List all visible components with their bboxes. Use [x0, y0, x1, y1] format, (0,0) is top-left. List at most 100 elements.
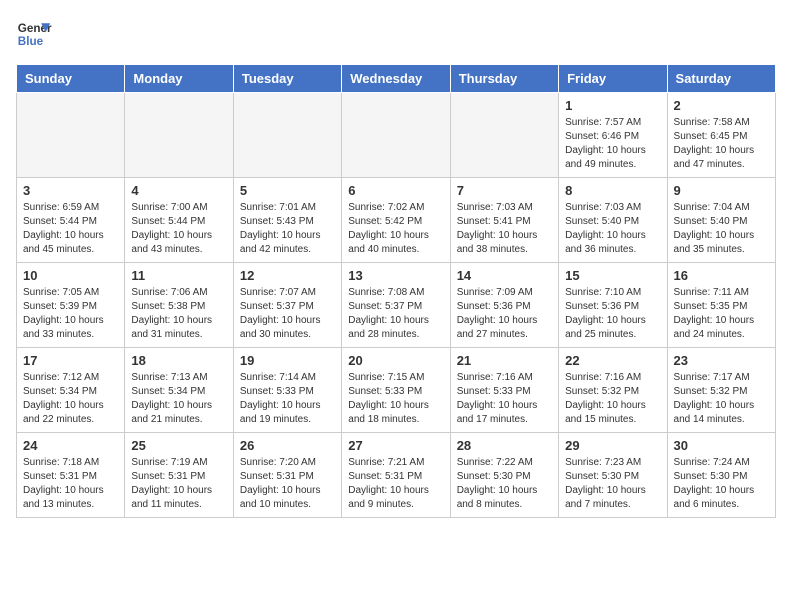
- logo-icon: General Blue: [16, 16, 52, 52]
- day-detail: Sunrise: 7:00 AM Sunset: 5:44 PM Dayligh…: [131, 201, 226, 257]
- calendar-header-friday: Friday: [559, 65, 667, 93]
- day-number: 9: [674, 183, 769, 198]
- day-detail: Sunrise: 7:21 AM Sunset: 5:31 PM Dayligh…: [348, 456, 443, 512]
- day-detail: Sunrise: 7:10 AM Sunset: 5:36 PM Dayligh…: [565, 286, 660, 342]
- calendar-cell: [450, 93, 558, 178]
- calendar-week-row: 17Sunrise: 7:12 AM Sunset: 5:34 PM Dayli…: [17, 348, 776, 433]
- day-detail: Sunrise: 7:04 AM Sunset: 5:40 PM Dayligh…: [674, 201, 769, 257]
- calendar-cell: 4 Sunrise: 7:00 AM Sunset: 5:44 PM Daylig…: [125, 178, 233, 263]
- day-detail: Sunrise: 7:08 AM Sunset: 5:37 PM Dayligh…: [348, 286, 443, 342]
- day-detail: Sunrise: 7:17 AM Sunset: 5:32 PM Dayligh…: [674, 371, 769, 427]
- calendar-header-monday: Monday: [125, 65, 233, 93]
- day-detail: Sunrise: 7:15 AM Sunset: 5:33 PM Dayligh…: [348, 371, 443, 427]
- calendar-cell: [17, 93, 125, 178]
- calendar-header-tuesday: Tuesday: [233, 65, 341, 93]
- day-detail: Sunrise: 7:23 AM Sunset: 5:30 PM Dayligh…: [565, 456, 660, 512]
- day-number: 30: [674, 438, 769, 453]
- calendar-cell: 2 Sunrise: 7:58 AM Sunset: 6:45 PM Daylig…: [667, 93, 775, 178]
- day-number: 7: [457, 183, 552, 198]
- calendar-cell: [233, 93, 341, 178]
- calendar-cell: 6 Sunrise: 7:02 AM Sunset: 5:42 PM Daylig…: [342, 178, 450, 263]
- day-detail: Sunrise: 7:09 AM Sunset: 5:36 PM Dayligh…: [457, 286, 552, 342]
- calendar-cell: 5 Sunrise: 7:01 AM Sunset: 5:43 PM Daylig…: [233, 178, 341, 263]
- day-detail: Sunrise: 7:12 AM Sunset: 5:34 PM Dayligh…: [23, 371, 118, 427]
- day-number: 16: [674, 268, 769, 283]
- day-detail: Sunrise: 7:14 AM Sunset: 5:33 PM Dayligh…: [240, 371, 335, 427]
- calendar-cell: [342, 93, 450, 178]
- calendar-cell: 28Sunrise: 7:22 AM Sunset: 5:30 PM Dayli…: [450, 433, 558, 518]
- day-detail: Sunrise: 7:01 AM Sunset: 5:43 PM Dayligh…: [240, 201, 335, 257]
- calendar-cell: 23 Sunrise: 7:17 AM Sunset: 5:32 PM Dayli…: [667, 348, 775, 433]
- day-detail: Sunrise: 7:24 AM Sunset: 5:30 PM Dayligh…: [674, 456, 769, 512]
- day-number: 1: [565, 98, 660, 113]
- day-detail: Sunrise: 7:57 AM Sunset: 6:46 PM Dayligh…: [565, 116, 660, 172]
- calendar-cell: 27 Sunrise: 7:21 AM Sunset: 5:31 PM Dayli…: [342, 433, 450, 518]
- calendar-cell: 22 Sunrise: 7:16 AM Sunset: 5:32 PM Dayli…: [559, 348, 667, 433]
- day-number: 22: [565, 353, 660, 368]
- day-detail: Sunrise: 7:58 AM Sunset: 6:45 PM Dayligh…: [674, 116, 769, 172]
- calendar-cell: 24 Sunrise: 7:18 AM Sunset: 5:31 PM Dayli…: [17, 433, 125, 518]
- calendar-cell: 26 Sunrise: 7:20 AM Sunset: 5:31 PM Dayli…: [233, 433, 341, 518]
- day-number: 4: [131, 183, 226, 198]
- day-detail: Sunrise: 7:16 AM Sunset: 5:33 PM Dayligh…: [457, 371, 552, 427]
- day-number: 23: [674, 353, 769, 368]
- calendar-header-sunday: Sunday: [17, 65, 125, 93]
- day-number: 24: [23, 438, 118, 453]
- day-detail: Sunrise: 7:20 AM Sunset: 5:31 PM Dayligh…: [240, 456, 335, 512]
- day-number: 13: [348, 268, 443, 283]
- page-header: General Blue: [16, 16, 776, 52]
- day-detail: Sunrise: 7:13 AM Sunset: 5:34 PM Dayligh…: [131, 371, 226, 427]
- day-number: 29: [565, 438, 660, 453]
- calendar-week-row: 10Sunrise: 7:05 AM Sunset: 5:39 PM Dayli…: [17, 263, 776, 348]
- calendar-cell: 15 Sunrise: 7:10 AM Sunset: 5:36 PM Dayli…: [559, 263, 667, 348]
- logo: General Blue: [16, 16, 52, 52]
- day-number: 12: [240, 268, 335, 283]
- calendar-cell: 25Sunrise: 7:19 AM Sunset: 5:31 PM Dayli…: [125, 433, 233, 518]
- day-number: 27: [348, 438, 443, 453]
- calendar-header-thursday: Thursday: [450, 65, 558, 93]
- day-detail: Sunrise: 7:03 AM Sunset: 5:40 PM Dayligh…: [565, 201, 660, 257]
- day-detail: Sunrise: 6:59 AM Sunset: 5:44 PM Dayligh…: [23, 201, 118, 257]
- calendar-cell: 1 Sunrise: 7:57 AM Sunset: 6:46 PM Daylig…: [559, 93, 667, 178]
- day-number: 19: [240, 353, 335, 368]
- calendar-week-row: 1 Sunrise: 7:57 AM Sunset: 6:46 PM Daylig…: [17, 93, 776, 178]
- svg-text:Blue: Blue: [18, 35, 44, 48]
- calendar-cell: 3 Sunrise: 6:59 AM Sunset: 5:44 PM Daylig…: [17, 178, 125, 263]
- day-detail: Sunrise: 7:05 AM Sunset: 5:39 PM Dayligh…: [23, 286, 118, 342]
- calendar-cell: 29 Sunrise: 7:23 AM Sunset: 5:30 PM Dayli…: [559, 433, 667, 518]
- day-number: 15: [565, 268, 660, 283]
- day-detail: Sunrise: 7:02 AM Sunset: 5:42 PM Dayligh…: [348, 201, 443, 257]
- calendar-cell: 9 Sunrise: 7:04 AM Sunset: 5:40 PM Daylig…: [667, 178, 775, 263]
- day-number: 26: [240, 438, 335, 453]
- calendar-cell: 12 Sunrise: 7:07 AM Sunset: 5:37 PM Dayli…: [233, 263, 341, 348]
- calendar-cell: 17Sunrise: 7:12 AM Sunset: 5:34 PM Dayli…: [17, 348, 125, 433]
- day-number: 6: [348, 183, 443, 198]
- calendar-week-row: 24 Sunrise: 7:18 AM Sunset: 5:31 PM Dayli…: [17, 433, 776, 518]
- day-number: 21: [457, 353, 552, 368]
- day-detail: Sunrise: 7:07 AM Sunset: 5:37 PM Dayligh…: [240, 286, 335, 342]
- day-detail: Sunrise: 7:03 AM Sunset: 5:41 PM Dayligh…: [457, 201, 552, 257]
- day-detail: Sunrise: 7:06 AM Sunset: 5:38 PM Dayligh…: [131, 286, 226, 342]
- day-detail: Sunrise: 7:18 AM Sunset: 5:31 PM Dayligh…: [23, 456, 118, 512]
- calendar-cell: 11 Sunrise: 7:06 AM Sunset: 5:38 PM Dayli…: [125, 263, 233, 348]
- day-number: 20: [348, 353, 443, 368]
- day-detail: Sunrise: 7:16 AM Sunset: 5:32 PM Dayligh…: [565, 371, 660, 427]
- day-detail: Sunrise: 7:22 AM Sunset: 5:30 PM Dayligh…: [457, 456, 552, 512]
- day-number: 11: [131, 268, 226, 283]
- calendar-cell: 30 Sunrise: 7:24 AM Sunset: 5:30 PM Dayli…: [667, 433, 775, 518]
- calendar-header-row: SundayMondayTuesdayWednesdayThursdayFrid…: [17, 65, 776, 93]
- day-number: 8: [565, 183, 660, 198]
- calendar-header-wednesday: Wednesday: [342, 65, 450, 93]
- calendar-cell: 21 Sunrise: 7:16 AM Sunset: 5:33 PM Dayli…: [450, 348, 558, 433]
- calendar-cell: 14Sunrise: 7:09 AM Sunset: 5:36 PM Dayli…: [450, 263, 558, 348]
- calendar-table: SundayMondayTuesdayWednesdayThursdayFrid…: [16, 64, 776, 518]
- calendar-cell: 16 Sunrise: 7:11 AM Sunset: 5:35 PM Dayli…: [667, 263, 775, 348]
- calendar-cell: 13 Sunrise: 7:08 AM Sunset: 5:37 PM Dayli…: [342, 263, 450, 348]
- day-detail: Sunrise: 7:11 AM Sunset: 5:35 PM Dayligh…: [674, 286, 769, 342]
- day-number: 25: [131, 438, 226, 453]
- day-number: 2: [674, 98, 769, 113]
- calendar-cell: 8 Sunrise: 7:03 AM Sunset: 5:40 PM Daylig…: [559, 178, 667, 263]
- day-number: 5: [240, 183, 335, 198]
- day-number: 3: [23, 183, 118, 198]
- calendar-cell: 20 Sunrise: 7:15 AM Sunset: 5:33 PM Dayli…: [342, 348, 450, 433]
